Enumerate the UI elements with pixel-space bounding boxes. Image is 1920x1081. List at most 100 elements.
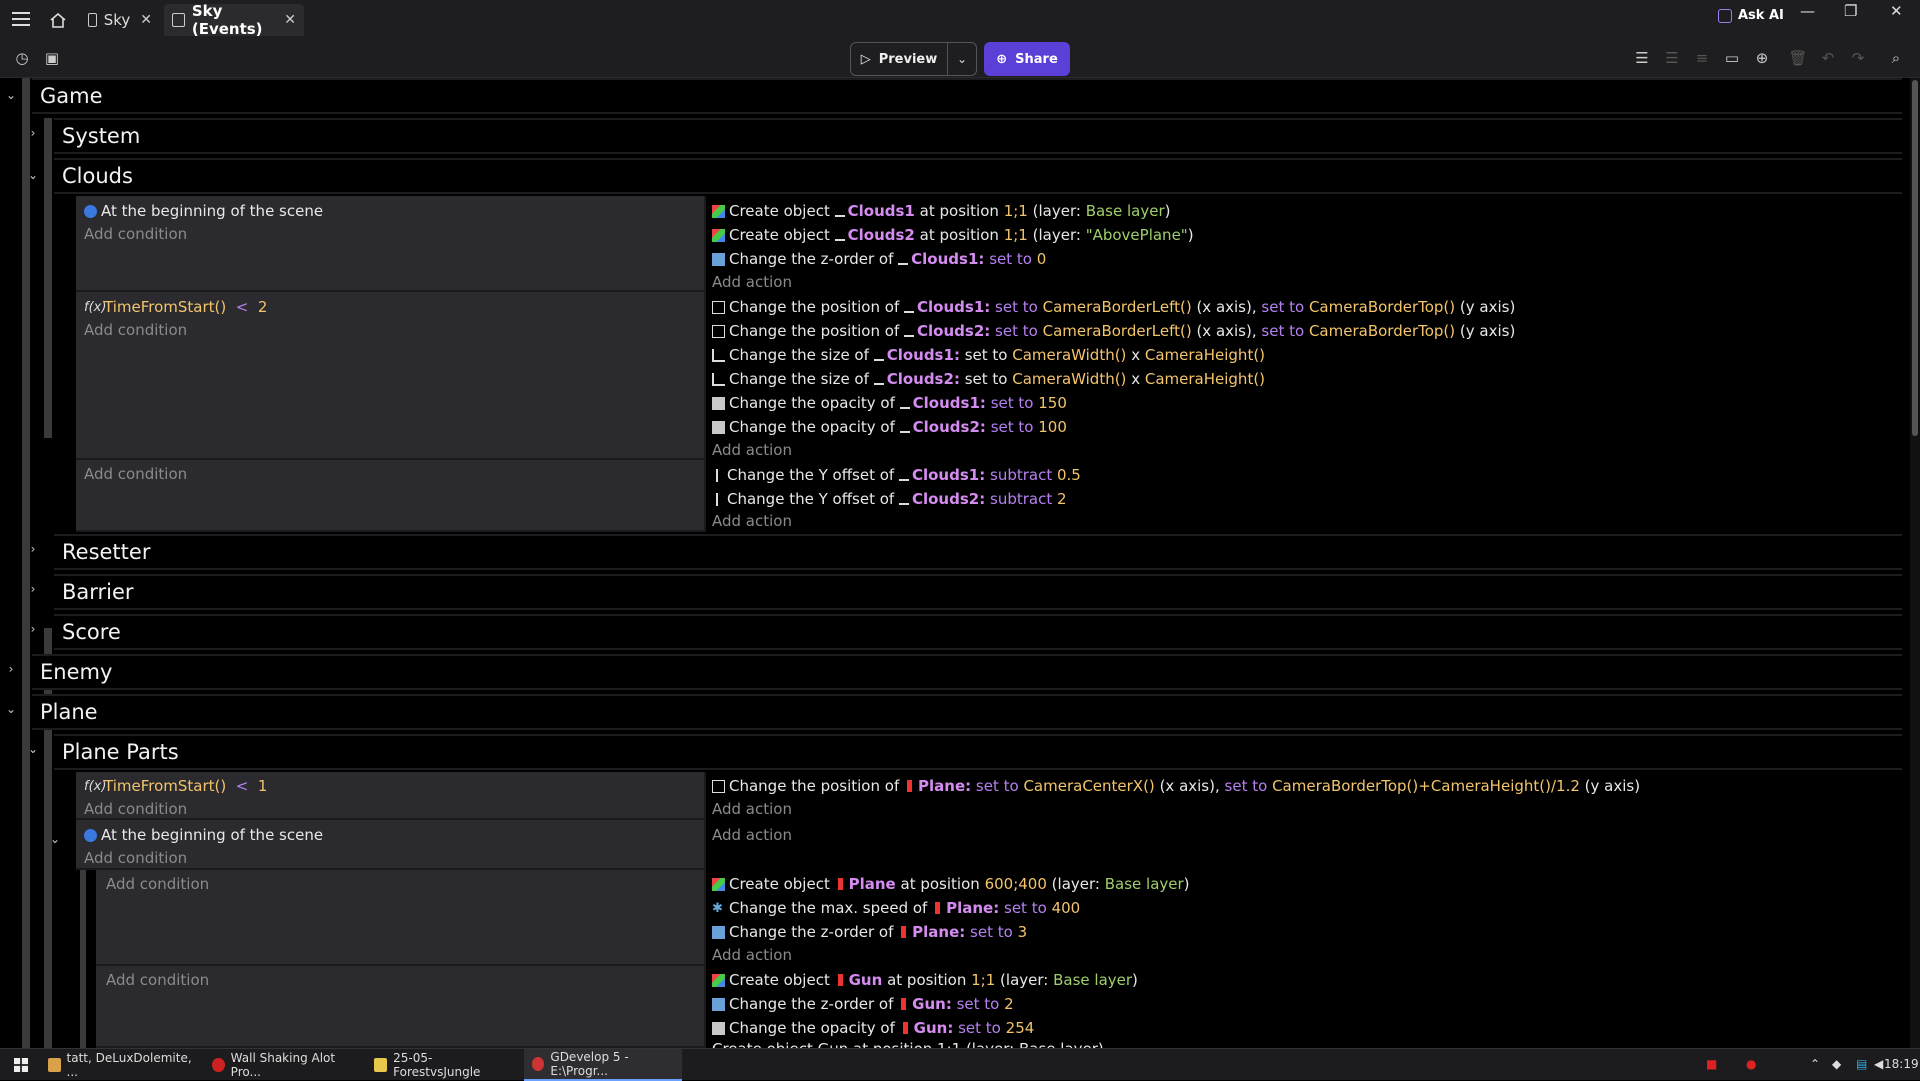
- close-window-icon[interactable]: ✕: [1890, 2, 1903, 20]
- action-text: (y axis): [1459, 298, 1516, 316]
- restore-icon[interactable]: ❐: [1844, 2, 1857, 20]
- vertical-scrollbar[interactable]: [1910, 78, 1920, 1048]
- minimize-icon[interactable]: —: [1800, 2, 1815, 20]
- add-condition-label: Add condition: [84, 225, 188, 243]
- action[interactable]: Change the Y offset of Clouds1: subtract…: [712, 464, 1081, 486]
- menu-icon[interactable]: [10, 4, 32, 34]
- chevron-right-icon[interactable]: ›: [26, 542, 40, 556]
- group-system[interactable]: System: [54, 118, 1902, 154]
- chevron-down-icon[interactable]: ⌄: [26, 742, 40, 756]
- history-icon[interactable]: ◷: [12, 48, 32, 68]
- action[interactable]: Change the z-order of Gun: set to 2: [712, 993, 1014, 1015]
- chevron-up-icon[interactable]: ⌃: [1810, 1057, 1820, 1071]
- windows-start-icon[interactable]: [6, 1049, 36, 1081]
- add-condition[interactable]: Add condition: [84, 223, 187, 245]
- chevron-right-icon[interactable]: ›: [26, 622, 40, 636]
- redo-icon[interactable]: ↷: [1848, 48, 1868, 68]
- group-score[interactable]: Score: [54, 614, 1902, 650]
- tab-sky-events[interactable]: Sky (Events) ✕: [164, 2, 304, 38]
- action[interactable]: Create object Plane at position 600;400 …: [712, 873, 1190, 895]
- action[interactable]: Change the Y offset of Clouds2: subtract…: [712, 488, 1067, 510]
- taskbar-item[interactable]: Wall Shaking Alot Pro...: [204, 1049, 364, 1081]
- save-icon[interactable]: ▣: [42, 48, 62, 68]
- add-condition[interactable]: Add condition: [106, 969, 209, 991]
- value: 1: [257, 777, 268, 795]
- tray-app-icon[interactable]: ●: [1746, 1057, 1756, 1071]
- add-action[interactable]: Add action: [712, 824, 792, 846]
- group-game[interactable]: Game: [32, 78, 1902, 114]
- action[interactable]: ✱ Change the max. speed of Plane: set to …: [712, 897, 1080, 919]
- action-text: ): [1187, 226, 1194, 244]
- add-action[interactable]: Add action: [712, 944, 792, 966]
- group-barrier[interactable]: Barrier: [54, 574, 1902, 610]
- add-condition[interactable]: Add condition: [84, 847, 187, 869]
- chevron-down-icon[interactable]: ⌄: [4, 702, 18, 716]
- chevron-right-icon[interactable]: ›: [26, 582, 40, 596]
- close-icon[interactable]: ✕: [284, 12, 296, 28]
- add-action[interactable]: Add action: [712, 510, 792, 532]
- taskbar-label: 25-05-ForestvsJungle: [393, 1051, 481, 1079]
- clock[interactable]: 18:19: [1884, 1057, 1919, 1071]
- chevron-right-icon[interactable]: ›: [4, 662, 18, 676]
- add-other-icon[interactable]: ≡: [1692, 48, 1712, 68]
- action[interactable]: Change the position of Plane: set to Cam…: [712, 775, 1640, 797]
- delete-icon[interactable]: 🗑: [1788, 48, 1808, 68]
- action[interactable]: Change the z-order of Plane: set to 3: [712, 921, 1027, 943]
- add-action[interactable]: Add action: [712, 271, 792, 293]
- network-icon[interactable]: ▤: [1856, 1057, 1867, 1071]
- action[interactable]: Change the size of Clouds1: set to Camer…: [712, 344, 1265, 366]
- add-action[interactable]: Add action: [712, 439, 792, 461]
- close-icon[interactable]: ✕: [140, 12, 152, 28]
- action[interactable]: Create object Clouds2 at position 1;1 (l…: [712, 224, 1194, 246]
- group-enemy[interactable]: Enemy: [32, 654, 1902, 690]
- condition[interactable]: At the beginning of the scene: [84, 200, 323, 222]
- add-condition[interactable]: Add condition: [84, 798, 187, 820]
- preview-button[interactable]: ▷ Preview: [850, 42, 948, 76]
- group-resetter[interactable]: Resetter: [54, 534, 1902, 570]
- share-button[interactable]: ⊕ Share: [984, 42, 1070, 76]
- add-condition[interactable]: Add condition: [84, 463, 187, 485]
- action[interactable]: Change the opacity of Gun: set to 254: [712, 1017, 1034, 1039]
- group-plane-parts[interactable]: Plane Parts: [54, 734, 1902, 770]
- group-clouds[interactable]: Clouds: [54, 158, 1902, 194]
- taskbar-item[interactable]: 25-05-ForestvsJungle: [366, 1049, 520, 1081]
- scrollbar-thumb[interactable]: [1912, 80, 1918, 436]
- condition[interactable]: At the beginning of the scene: [84, 824, 323, 846]
- add-action[interactable]: Add action: [712, 798, 792, 820]
- home-tab[interactable]: [42, 4, 74, 36]
- add-icon[interactable]: ⊕: [1752, 48, 1772, 68]
- action[interactable]: Change the opacity of Clouds1: set to 15…: [712, 392, 1067, 414]
- action[interactable]: Create object Gun at position 1;1 (layer…: [712, 969, 1138, 991]
- action[interactable]: Change the z-order of Clouds1: set to 0: [712, 248, 1046, 270]
- action[interactable]: Create object Clouds1 at position 1;1 (l…: [712, 200, 1170, 222]
- action[interactable]: Change the position of Clouds1: set to C…: [712, 296, 1515, 318]
- controller-icon[interactable]: ◆: [1832, 1057, 1841, 1071]
- condition[interactable]: f(x) TimeFromStart() < 1: [84, 775, 267, 797]
- preview-dropdown[interactable]: ⌄: [947, 42, 977, 76]
- add-condition[interactable]: Add condition: [106, 873, 209, 895]
- action[interactable]: Change the opacity of Clouds2: set to 10…: [712, 416, 1067, 438]
- action[interactable]: Change the position of Clouds2: set to C…: [712, 320, 1515, 342]
- chevron-down-icon[interactable]: ⌄: [4, 88, 18, 102]
- undo-icon[interactable]: ↶: [1818, 48, 1838, 68]
- tab-sky[interactable]: Sky ✕: [80, 4, 160, 36]
- ask-ai-button[interactable]: Ask AI: [1718, 8, 1784, 23]
- taskbar-item[interactable]: tatt, DeLuxDolemite, ...: [40, 1049, 200, 1081]
- add-condition[interactable]: Add condition: [84, 319, 187, 341]
- search-icon[interactable]: ⌕: [1886, 48, 1906, 68]
- condition[interactable]: f(x) TimeFromStart() < 2: [84, 296, 267, 318]
- chevron-down-icon[interactable]: ⌄: [26, 168, 40, 182]
- action[interactable]: Create object Gun at position 1;1 (layer…: [712, 1040, 1104, 1048]
- chevron-down-icon[interactable]: ⌄: [48, 832, 62, 846]
- chevron-right-icon[interactable]: ›: [26, 126, 40, 140]
- volume-icon[interactable]: ◀: [1874, 1057, 1883, 1071]
- action[interactable]: Change the size of Clouds2: set to Camer…: [712, 368, 1265, 390]
- taskbar-item[interactable]: GDevelop 5 - E:\Progr...: [524, 1049, 682, 1081]
- tray-app-icon[interactable]: ■: [1706, 1057, 1717, 1071]
- add-event-icon[interactable]: ☰: [1632, 48, 1652, 68]
- comment-icon[interactable]: ▭: [1722, 48, 1742, 68]
- clouds-icon: [899, 397, 910, 409]
- action-text: (y axis): [1459, 322, 1516, 340]
- add-subevent-icon[interactable]: ☰: [1662, 48, 1682, 68]
- group-plane[interactable]: Plane: [32, 694, 1902, 730]
